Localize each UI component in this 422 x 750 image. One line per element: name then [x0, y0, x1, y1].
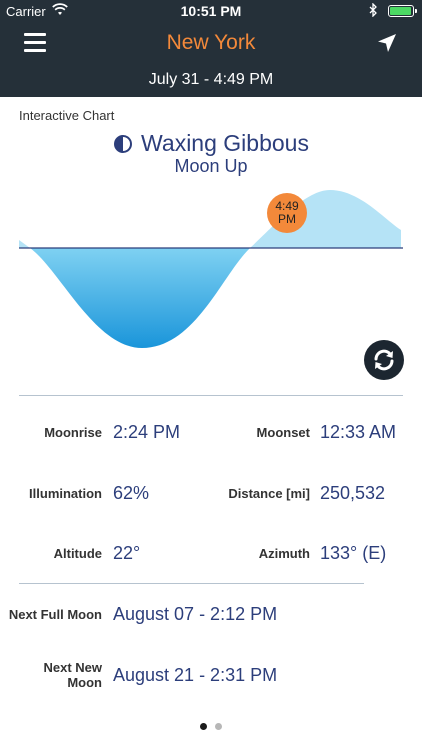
illumination-label: Illumination	[29, 486, 102, 501]
marker-time: 4:49	[275, 199, 299, 213]
top-bar: Carrier 10:51 PM New York July 31 - 4:49…	[0, 0, 422, 97]
moonset-value: 12:33 AM	[320, 422, 397, 442]
moon-down-area	[30, 248, 250, 348]
moon-up-area-start	[19, 240, 30, 248]
page-dot-active[interactable]	[200, 723, 207, 730]
moon-phase: Waxing Gibbous	[0, 130, 422, 157]
battery-icon	[388, 5, 417, 17]
page-dot[interactable]	[215, 723, 222, 730]
distance-value: 250,532	[320, 483, 386, 503]
illumination-distance-row: Illumination 62% Distance [mi] 250,532	[0, 479, 422, 509]
chart-label: Interactive Chart	[19, 108, 115, 123]
status-time: 10:51 PM	[180, 3, 242, 19]
rise-set-row: Moonrise 2:24 PM Moonset 12:33 AM	[0, 419, 422, 449]
page-indicator[interactable]	[0, 723, 422, 730]
city-title: New York	[166, 31, 256, 54]
moon-phase-icon	[114, 134, 133, 153]
bluetooth-icon	[369, 3, 377, 17]
date-time[interactable]: July 31 - 4:49 PM	[0, 71, 422, 89]
altitude-label: Altitude	[53, 546, 102, 561]
moonrise-value: 2:24 PM	[113, 422, 181, 442]
moon-phase-name: Waxing Gibbous	[141, 130, 309, 156]
moon-status: Moon Up	[174, 156, 248, 176]
next-new-moon-label-line2: Moon	[67, 675, 102, 690]
refresh-button[interactable]	[364, 340, 404, 380]
next-full-moon-value: August 07 - 2:12 PM	[113, 604, 278, 624]
moon-altitude-chart[interactable]: 4:49 PM	[0, 180, 422, 380]
altitude-value: 22°	[113, 543, 141, 563]
next-new-moon-row: Next New Moon August 21 - 2:31 PM	[0, 660, 422, 694]
next-new-moon-label: Next New Moon	[43, 660, 102, 690]
refresh-icon	[374, 349, 394, 371]
moonset-label: Moonset	[256, 425, 310, 440]
altitude-azimuth-row: Altitude 22° Azimuth 133° (E)	[0, 539, 422, 569]
next-full-moon-row: Next Full Moon August 07 - 2:12 PM	[0, 600, 422, 630]
current-time-marker[interactable]: 4:49 PM	[267, 193, 307, 233]
illumination-value: 62%	[113, 483, 150, 503]
location-arrow-icon[interactable]	[376, 32, 398, 54]
distance-label: Distance [mi]	[228, 486, 310, 501]
chart-divider	[19, 395, 403, 396]
status-bar: Carrier 10:51 PM	[0, 0, 422, 22]
moonrise-label: Moonrise	[44, 425, 102, 440]
next-new-moon-label-line1: Next New	[43, 660, 102, 675]
azimuth-value: 133° (E)	[320, 543, 387, 563]
next-new-moon-value: August 21 - 2:31 PM	[113, 665, 278, 685]
details-divider	[19, 583, 364, 584]
azimuth-label: Azimuth	[258, 546, 310, 561]
marker-meridiem: PM	[278, 212, 296, 226]
next-full-moon-label: Next Full Moon	[8, 607, 102, 622]
